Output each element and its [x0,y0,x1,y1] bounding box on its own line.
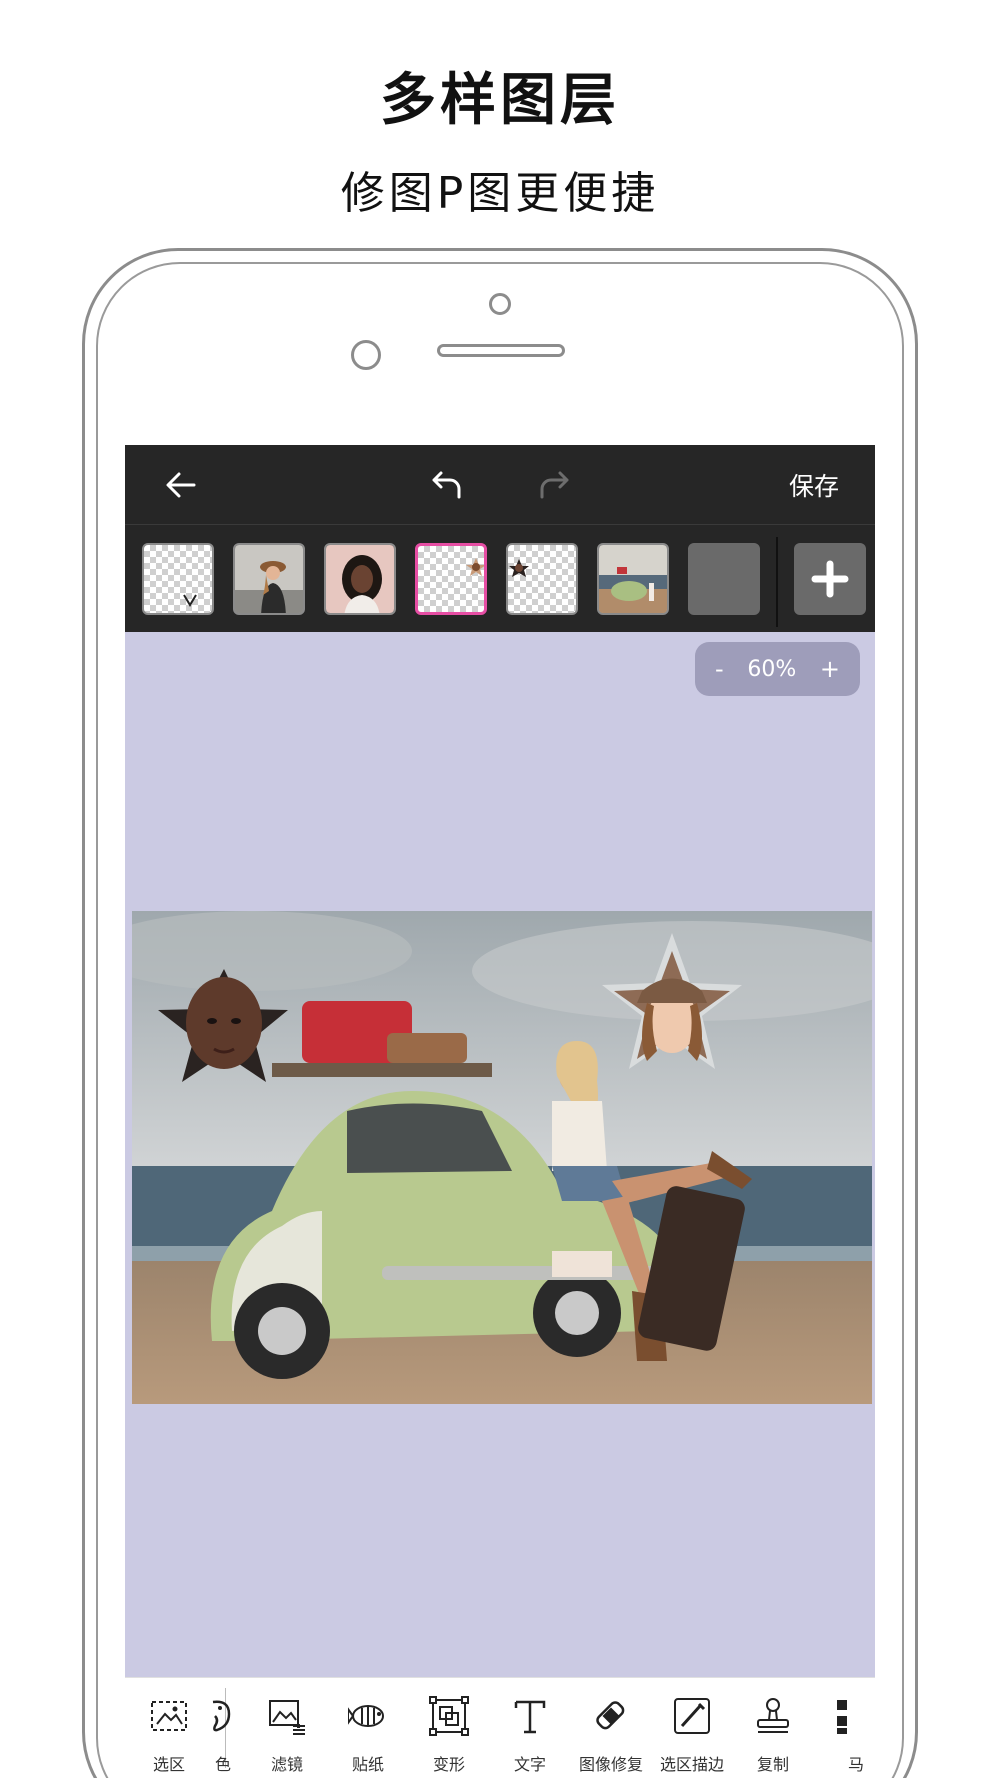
proximity-sensor-icon [489,293,511,315]
layer-thumb-small-face[interactable] [506,543,578,615]
layer-thumb-image [466,558,484,576]
back-arrow-icon [166,472,196,498]
layer-thumb-image [509,559,529,577]
selection-icon [151,1701,187,1731]
stamp-icon [757,1698,789,1733]
tool-label: 贴纸 [351,1755,384,1774]
earpiece-speaker-icon [437,344,565,357]
tool-color[interactable]: 色 [207,1678,247,1778]
text-icon [514,1700,546,1734]
tool-label: 选区描边 [659,1755,724,1774]
back-button[interactable] [159,465,203,505]
tool-label: 选区 [152,1755,185,1774]
promo-subtitle: 修图P图更便捷 [340,168,660,219]
color-icon [212,1700,231,1732]
mosaic-icon [837,1700,847,1734]
tool-stroke[interactable]: 选区描边 [654,1678,730,1778]
tool-label: 复制 [756,1755,789,1774]
tool-label: 马 [847,1755,864,1774]
tool-label: 变形 [432,1755,465,1774]
redo-icon [540,471,569,499]
tool-repair[interactable]: 图像修复 [573,1678,649,1778]
plus-icon [811,560,849,598]
layer-thumb-woman-portrait[interactable] [324,543,396,615]
layer-thumb-image [599,545,667,613]
tool-label: 文字 [513,1755,546,1774]
layer-thumb-image [183,594,197,607]
tool-label: 滤镜 [270,1755,303,1774]
sticker-icon [348,1705,384,1727]
edit-canvas[interactable] [132,911,872,1404]
tool-clone-stamp[interactable]: 复制 [735,1678,811,1778]
tool-label: 色 [214,1755,231,1774]
repair-icon [596,1701,625,1730]
stroke-icon [674,1698,710,1734]
top-bar: 保存 [125,445,875,525]
zoom-level: 60% [747,656,797,682]
promo-title: 多样图层 [380,68,620,133]
bottom-toolbar: 选区 色 滤镜 贴纸 变形 文字 图像修复 选区描边 复制 马 [125,1677,875,1778]
tool-filter[interactable]: 滤镜 [249,1678,325,1778]
tool-label: 图像修复 [578,1755,643,1774]
tool-selection[interactable]: 选区 [131,1678,207,1778]
zoom-in-button[interactable]: + [820,655,840,683]
layer-thumb-image [235,545,303,613]
app-screen: 保存 - 60% + 选区 色 滤镜 贴纸 变形 文字 图像修复 选区描边 复制… [125,445,875,1778]
front-camera-icon [351,340,381,370]
canvas-photo [132,911,872,1404]
undo-icon [432,471,461,499]
tool-text[interactable]: 文字 [492,1678,568,1778]
undo-button[interactable] [425,465,469,505]
tool-transform[interactable]: 变形 [411,1678,487,1778]
layer-thumb-car-photo[interactable] [597,543,669,615]
tool-sticker[interactable]: 贴纸 [330,1678,406,1778]
layer-thumb-image [326,545,394,613]
tool-mosaic[interactable]: 马 [815,1678,875,1778]
layers-bar [125,525,875,632]
transform-icon [429,1696,469,1736]
layers-divider [776,537,778,627]
zoom-control: - 60% + [695,642,860,696]
layer-thumb-star-face[interactable] [415,543,487,615]
layer-thumb-blank[interactable] [688,543,760,615]
add-layer-button[interactable] [794,543,866,615]
redo-button[interactable] [532,465,576,505]
zoom-out-button[interactable]: - [715,655,724,683]
filter-icon [269,1700,305,1735]
save-button[interactable]: 保存 [789,467,839,503]
layer-thumb-woman-hat[interactable] [233,543,305,615]
layer-thumb-transparent[interactable] [142,543,214,615]
